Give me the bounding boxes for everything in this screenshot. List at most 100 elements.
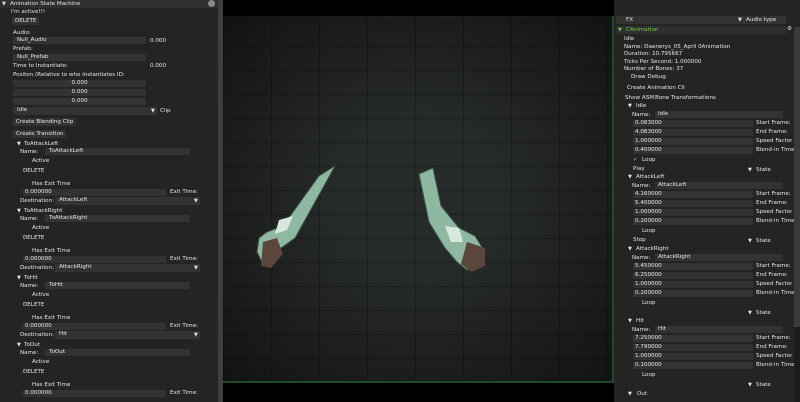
speed-factor-field[interactable]: 1.000000 — [633, 281, 753, 288]
transition-name-field[interactable]: ToHit — [45, 282, 190, 289]
collapse-arrow-icon[interactable]: ▼ — [17, 208, 21, 214]
close-icon[interactable] — [208, 0, 215, 7]
clip-name-field[interactable]: AttackRight — [655, 254, 783, 261]
loop-checkbox[interactable]: Loop — [642, 157, 655, 163]
prefab-name-field[interactable]: Null_Prefab — [13, 54, 146, 61]
clip-header[interactable]: AttackRight — [636, 246, 669, 252]
clip-state-select[interactable] — [632, 166, 745, 173]
chevron-down-icon[interactable]: ▼ — [194, 332, 198, 338]
chevron-down-icon[interactable]: ▼ — [748, 167, 752, 173]
clip-header[interactable]: Hit — [636, 318, 644, 324]
component-header[interactable]: ▼ CAnimation — [616, 26, 786, 34]
collapse-arrow-icon[interactable]: ▼ — [17, 342, 21, 348]
exit-time-field[interactable]: 0.000000 — [23, 390, 166, 397]
position-x-field[interactable]: 0.000 — [13, 80, 146, 87]
create-animation-clip-button[interactable]: Create Animation Cli — [624, 84, 688, 92]
clip-state-select[interactable] — [632, 309, 745, 316]
transition-header[interactable]: ToHit — [24, 275, 38, 281]
collapse-arrow-icon[interactable]: ▼ — [628, 318, 632, 324]
exit-time-field[interactable]: 0.000000 — [23, 323, 166, 330]
clip-header[interactable]: AttackLeft — [636, 174, 664, 180]
chevron-down-icon[interactable]: ▼ — [748, 382, 752, 388]
panel-titlebar[interactable]: ▼ Animation State Machine — [0, 0, 218, 8]
bone-transformations-button[interactable]: Bone Transformations — [654, 95, 717, 101]
collapse-arrow-icon[interactable]: ▼ — [628, 103, 632, 109]
state-name: Idle — [624, 36, 635, 42]
start-frame-field[interactable]: 5.450000 — [633, 263, 753, 270]
blend-in-time-field[interactable]: 0.200000 — [633, 218, 753, 225]
fx-select[interactable]: FX ▼ Audio type — [616, 16, 786, 24]
collapse-arrow-icon[interactable]: ▼ — [628, 391, 632, 397]
transition-header[interactable]: ToAttackLeft — [24, 141, 58, 147]
destination-select[interactable]: AttackLeft — [55, 197, 200, 205]
speed-factor-field[interactable]: 1.000000 — [633, 138, 753, 145]
collapse-arrow-icon[interactable]: ▼ — [17, 141, 21, 147]
loop-checkbox[interactable]: Loop — [642, 228, 655, 234]
collapse-arrow-icon[interactable]: ▼ — [628, 174, 632, 180]
speed-factor-label: Speed Factor — [756, 353, 793, 359]
clip-name-field[interactable]: AttackLeft — [655, 182, 783, 189]
loop-checkbox[interactable]: Loop — [642, 300, 655, 306]
loop-checkbox[interactable]: Loop — [642, 372, 655, 378]
clip-name-field[interactable]: Hit — [655, 326, 783, 333]
end-frame-field[interactable]: 4.083000 — [633, 129, 753, 136]
state-select[interactable]: Idle — [13, 107, 157, 115]
scene-viewport[interactable] — [223, 16, 614, 383]
audio-value[interactable]: 0.000 — [150, 38, 166, 44]
audio-name-field[interactable]: Null_Audio — [13, 37, 146, 44]
transition-delete-button[interactable]: DELETE — [20, 301, 47, 309]
transition-delete-button[interactable]: DELETE — [20, 167, 47, 175]
chevron-down-icon[interactable]: ▼ — [151, 108, 155, 114]
transition-name-field[interactable]: ToOut — [45, 349, 190, 356]
transition-delete-button[interactable]: DELETE — [20, 234, 47, 242]
transition-name-field[interactable]: ToAttackLeft — [45, 148, 190, 155]
speed-factor-field[interactable]: 1.000000 — [633, 209, 753, 216]
collapse-arrow-icon[interactable]: ▼ — [17, 275, 21, 281]
delete-button[interactable]: DELETE — [12, 17, 40, 25]
collapse-arrow-icon[interactable]: ▼ — [2, 1, 6, 7]
start-frame-field[interactable]: 0.083000 — [633, 120, 753, 127]
transition-header[interactable]: ToAttackRight — [24, 208, 62, 214]
chevron-down-icon[interactable]: ▼ — [738, 17, 742, 23]
show-asm-button[interactable]: Show ASM — [624, 95, 655, 101]
exit-time-label: Exit Time: — [170, 390, 198, 396]
fx-select-value: FX — [626, 17, 634, 23]
position-z-field[interactable]: 0.000 — [13, 98, 146, 105]
blend-in-time-field[interactable]: 0.400000 — [633, 147, 753, 154]
create-transition-button[interactable]: Create Transition — [13, 130, 67, 138]
chevron-down-icon[interactable]: ▼ — [748, 238, 752, 244]
draw-debug-button[interactable]: Draw Debug — [628, 73, 669, 81]
clip-header[interactable]: Idle — [636, 103, 646, 109]
chevron-down-icon[interactable]: ▼ — [748, 310, 752, 316]
collapse-arrow-icon[interactable]: ▼ — [628, 246, 632, 252]
clip-header-out[interactable]: Out — [637, 391, 647, 397]
chevron-down-icon[interactable]: ▼ — [194, 265, 198, 271]
exit-time-field[interactable]: 0.000000 — [23, 256, 166, 263]
end-frame-field[interactable]: 6.250000 — [633, 272, 753, 279]
check-icon[interactable]: ✓ — [633, 157, 638, 163]
transition-header[interactable]: ToOut — [24, 342, 40, 348]
right-scrollbar[interactable] — [794, 27, 800, 402]
start-frame-field[interactable]: 7.250000 — [633, 335, 753, 342]
destination-select[interactable]: Hit — [55, 331, 200, 339]
end-frame-field[interactable]: 5.400000 — [633, 200, 753, 207]
blend-in-time-field[interactable]: 0.100000 — [633, 362, 753, 369]
exit-time-field[interactable]: 0.000000 — [23, 189, 166, 196]
create-blending-clip-button[interactable]: Create Blending Clip — [13, 118, 77, 126]
scroll-thumb[interactable] — [794, 27, 800, 327]
time-value[interactable]: 0.000 — [150, 63, 166, 69]
end-frame-field[interactable]: 7.790000 — [633, 344, 753, 351]
start-frame-field[interactable]: 4.160000 — [633, 191, 753, 198]
speed-factor-field[interactable]: 1.000000 — [633, 353, 753, 360]
clip-state-select[interactable] — [632, 381, 745, 388]
collapse-arrow-icon[interactable]: ▼ — [618, 27, 622, 33]
position-y-field[interactable]: 0.000 — [13, 89, 146, 96]
transition-delete-button[interactable]: DELETE — [20, 368, 47, 376]
clip-state-select[interactable] — [632, 237, 745, 244]
blend-in-time-field[interactable]: 0.200000 — [633, 290, 753, 297]
destination-select[interactable]: AttackRight — [55, 264, 200, 272]
clip-name-field[interactable]: Idle — [655, 111, 783, 118]
transition-name-field[interactable]: ToAttackRight — [45, 215, 190, 222]
destination-label: Destination: — [20, 198, 54, 204]
chevron-down-icon[interactable]: ▼ — [194, 198, 198, 204]
